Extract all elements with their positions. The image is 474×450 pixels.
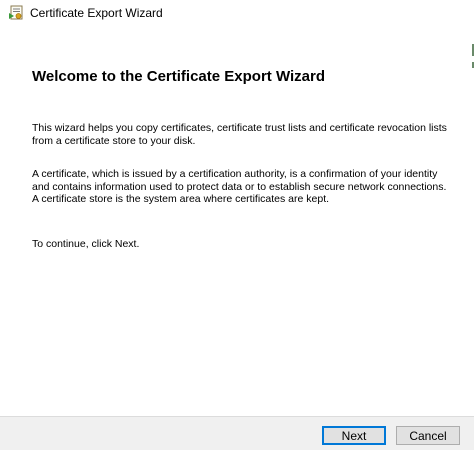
cancel-button[interactable]: Cancel [396, 426, 460, 445]
title-bar[interactable]: Certificate Export Wizard [0, 0, 474, 28]
certificate-description-paragraph: A certificate, which is issued by a cert… [32, 168, 447, 205]
wizard-window: Certificate Export Wizard Welcome to the… [0, 0, 474, 450]
continue-instruction: To continue, click Next. [32, 238, 140, 250]
window-title: Certificate Export Wizard [30, 6, 163, 20]
certificate-wizard-icon [8, 4, 26, 22]
page-title: Welcome to the Certificate Export Wizard [32, 68, 325, 85]
intro-paragraph: This wizard helps you copy certificates,… [32, 122, 447, 147]
button-bar: Next Cancel [0, 416, 474, 450]
next-button[interactable]: Next [322, 426, 386, 445]
